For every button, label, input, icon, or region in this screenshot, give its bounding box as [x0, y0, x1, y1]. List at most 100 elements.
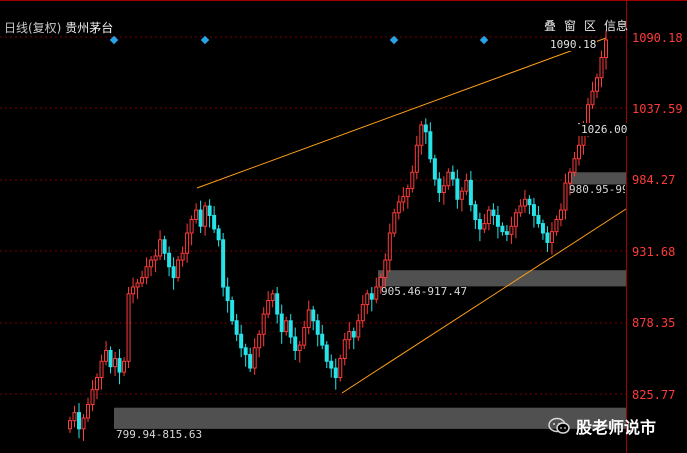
candle-body — [365, 293, 370, 306]
candle-body — [293, 336, 298, 351]
candle-body — [369, 293, 374, 300]
high-price-label: 1090.18 — [549, 38, 598, 51]
candle-body — [99, 360, 104, 378]
candle-body — [464, 179, 469, 192]
window-button[interactable]: 窗 — [561, 19, 579, 34]
candle-body — [491, 209, 496, 216]
candle-body — [252, 347, 257, 369]
candle-body — [275, 293, 280, 315]
candle-body — [153, 255, 158, 261]
candle-body — [590, 90, 595, 106]
candle-body — [342, 339, 347, 360]
candle-body — [563, 182, 568, 211]
period-label: 日线(复权) — [4, 21, 62, 35]
candle-body — [504, 231, 509, 235]
candle-body — [162, 239, 167, 254]
candle-body — [351, 331, 356, 338]
candle-body — [185, 232, 190, 254]
candle-body — [549, 231, 554, 243]
candle-body — [108, 349, 113, 368]
candle-body — [473, 204, 478, 221]
candle-body — [477, 219, 482, 230]
candle-body — [257, 333, 262, 349]
candle-body — [374, 286, 379, 300]
price-axis-label: 1037.59 — [632, 102, 683, 116]
candle-body — [495, 214, 500, 227]
candle-body — [288, 320, 293, 338]
level-price-label: 1026.00 — [580, 123, 629, 136]
upper-trendline — [196, 37, 607, 189]
candle-body — [324, 344, 329, 362]
candle-body — [225, 286, 230, 302]
candle-body — [270, 293, 275, 302]
candle-body — [522, 198, 527, 207]
candle-body — [90, 389, 95, 405]
candle-body — [135, 282, 140, 288]
candle-body — [266, 300, 271, 315]
candle-body — [419, 124, 424, 146]
candle-body — [468, 179, 473, 206]
candle-body — [486, 209, 491, 225]
middle-zone-label: 905.46-917.47 — [381, 285, 468, 298]
candle-body — [144, 266, 149, 279]
watermark: 股老师说市 — [548, 414, 656, 438]
candle-body — [203, 205, 208, 227]
candle-body — [414, 144, 419, 173]
candle-body — [604, 39, 608, 58]
candle-body — [122, 360, 127, 373]
candle-body — [189, 219, 194, 234]
price-axis-label: 984.27 — [632, 173, 676, 187]
candle-body — [171, 266, 176, 279]
candlestick-chart[interactable] — [0, 0, 687, 453]
candle-body — [77, 412, 82, 430]
candle-body — [450, 171, 455, 180]
candle-body — [279, 313, 284, 333]
chart-toolbar: 叠 窗 区 信息 — [541, 19, 631, 34]
candle-body — [531, 204, 536, 216]
candle-body — [410, 171, 415, 189]
candle-body — [428, 131, 433, 160]
candle-body — [518, 205, 523, 214]
candle-body — [567, 171, 572, 184]
candle-body — [221, 239, 226, 288]
candle-body — [405, 187, 410, 198]
candle-body — [158, 239, 163, 257]
range-button[interactable]: 区 — [581, 19, 599, 34]
candle-body — [216, 228, 221, 241]
overlay-button[interactable]: 叠 — [541, 19, 559, 34]
candle-body — [81, 417, 86, 430]
candle-body — [72, 412, 77, 422]
candle-body — [576, 144, 581, 160]
price-axis-label: 825.77 — [632, 388, 676, 402]
candle-body — [131, 286, 136, 295]
candle-body — [437, 178, 442, 194]
candle-body — [540, 223, 545, 234]
candle-body — [509, 225, 514, 235]
watermark-text: 股老师说市 — [576, 418, 657, 437]
candle-body — [527, 198, 532, 206]
candle-body — [513, 212, 518, 227]
candle-body — [347, 331, 352, 341]
candle-body — [572, 158, 577, 173]
candle-body — [401, 196, 406, 203]
candle-body — [104, 349, 109, 362]
candle-body — [306, 309, 311, 329]
candle-body — [86, 403, 91, 419]
candle-body — [320, 333, 325, 346]
price-axis-label: 878.35 — [632, 316, 676, 330]
candle-body — [545, 232, 550, 243]
candle-body — [333, 367, 338, 378]
candle-body — [198, 209, 203, 227]
info-button[interactable]: 信息 — [601, 19, 631, 34]
candle-body — [239, 333, 244, 349]
candle-body — [423, 124, 428, 133]
candle-body — [180, 252, 185, 261]
candle-body — [243, 347, 248, 356]
candle-body — [126, 293, 131, 362]
candle-body — [176, 259, 181, 279]
candle-body — [392, 212, 397, 234]
candle-body — [297, 344, 302, 351]
candle-body — [500, 225, 505, 233]
upper-zone-label: 980.95-990 — [569, 183, 625, 196]
candle-body — [329, 360, 334, 369]
